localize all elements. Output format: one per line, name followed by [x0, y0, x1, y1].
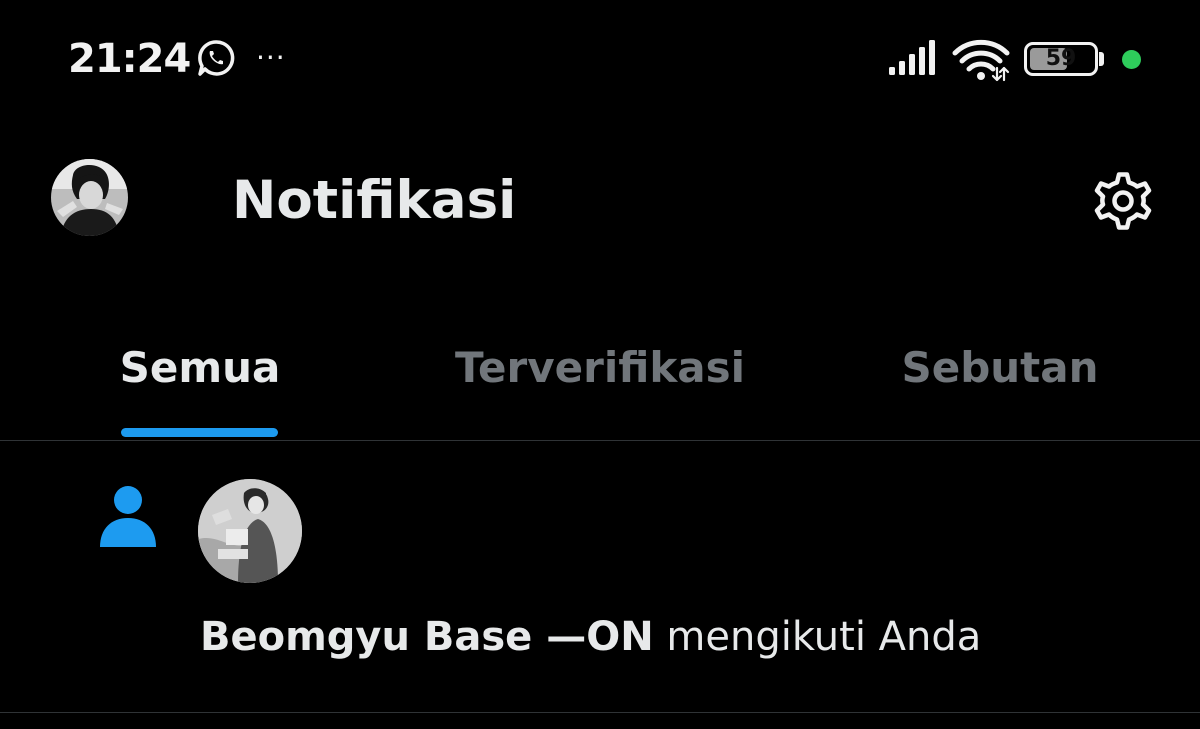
notification-action: mengikuti Anda — [653, 614, 982, 660]
notification-item[interactable]: Beomgyu Base —ON mengikuti Anda — [0, 441, 1200, 712]
page-title: Notifikasi — [232, 170, 517, 231]
status-bar: 21:24 ··· 59 — [0, 0, 1200, 120]
battery-level: 59 — [1045, 46, 1077, 71]
person-icon — [100, 486, 156, 547]
whatsapp-icon — [198, 40, 235, 76]
divider — [0, 712, 1200, 713]
active-tab-indicator — [121, 428, 278, 437]
follower-avatar[interactable] — [198, 479, 302, 583]
tab-label: Semua — [119, 343, 281, 392]
battery-tip — [1099, 52, 1104, 66]
tab-sebutan[interactable]: Sebutan — [880, 320, 1120, 438]
gear-icon[interactable] — [1089, 167, 1157, 235]
tab-bar: Semua Terverifikasi Sebutan — [0, 320, 1200, 440]
battery-indicator: 59 — [1024, 42, 1098, 76]
signal-icon — [889, 40, 935, 75]
tab-label: Terverifikasi — [454, 343, 746, 392]
status-time: 21:24 — [68, 36, 191, 82]
follower-avatar-photo — [198, 479, 302, 583]
tab-label: Sebutan — [901, 343, 1099, 392]
wifi-icon — [952, 39, 1010, 82]
notification-text: Beomgyu Base —ON mengikuti Anda — [200, 611, 981, 663]
follower-name[interactable]: Beomgyu Base —ON — [200, 614, 654, 660]
avatar-photo — [51, 159, 128, 236]
tab-semua[interactable]: Semua — [100, 320, 300, 438]
privacy-indicator-dot — [1122, 50, 1141, 69]
tab-terverifikasi[interactable]: Terverifikasi — [440, 320, 760, 438]
profile-avatar[interactable] — [51, 159, 128, 236]
more-icon: ··· — [256, 41, 286, 74]
